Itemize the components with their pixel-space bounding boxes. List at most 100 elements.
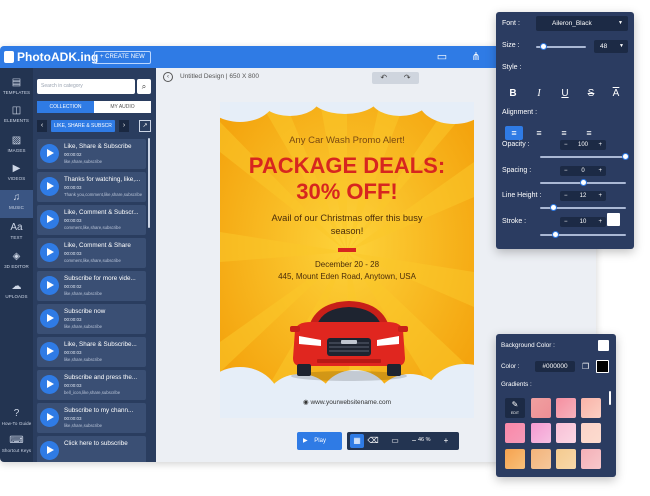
play-icon[interactable] (40, 144, 59, 163)
gradients-scrollbar[interactable] (609, 391, 611, 405)
strikethrough-icon[interactable]: S (584, 87, 598, 101)
gradient-swatch[interactable] (505, 423, 525, 443)
external-link-icon[interactable]: ↗ (139, 120, 151, 132)
poster-address[interactable]: 445, Mount Eden Road, Anytown, USA (220, 272, 474, 281)
audio-item[interactable]: Subscribe for more vide... 00:00:02 like… (37, 271, 146, 301)
audio-item[interactable]: Click here to subscribe (37, 436, 146, 462)
spacing-stepper[interactable]: − 0 + (560, 166, 606, 176)
rail-shortcut-keys[interactable]: ⌨ Shortcut Keys (0, 435, 33, 453)
car-illustration[interactable] (287, 296, 411, 382)
tab-collection[interactable]: COLLECTION (37, 101, 94, 113)
italic-icon[interactable]: I (532, 87, 546, 101)
gradient-swatch[interactable] (581, 423, 601, 443)
gradient-swatch[interactable] (581, 398, 601, 418)
play-button[interactable]: ▶ Play (297, 432, 342, 450)
chevron-right-icon[interactable]: › (119, 120, 129, 132)
size-dropdown[interactable]: 48 ▼ (594, 40, 628, 53)
rail-text[interactable]: Aa TEXT (0, 222, 33, 240)
poster-headline[interactable]: Any Car Wash Promo Alert! (220, 135, 474, 146)
plus-icon[interactable]: + (598, 191, 602, 201)
underline-icon[interactable]: U (558, 87, 572, 101)
poster-website[interactable]: ◉ www.yourwebsitename.com (220, 398, 474, 406)
poster-divider[interactable] (338, 248, 356, 252)
size-slider-handle[interactable] (540, 43, 547, 50)
edit-gradient-button[interactable]: ✎ EDIT (505, 398, 525, 418)
opacity-stepper[interactable]: − 100 + (560, 140, 606, 150)
play-icon[interactable] (40, 210, 59, 229)
poster-title-line1[interactable]: PACKAGE DEALS: (220, 154, 474, 178)
align-justify-icon[interactable]: ≡ (580, 126, 598, 140)
color-hex-input[interactable]: #000000 (535, 361, 575, 372)
panel-scrollbar[interactable] (148, 138, 150, 228)
audio-item[interactable]: Like, Share & Subscribe... 00:00:03 like… (37, 337, 146, 367)
search-input[interactable]: Search in category (37, 79, 135, 94)
uppercase-icon[interactable]: A (609, 87, 623, 101)
rail-music[interactable]: ♫ MUSIC (0, 190, 33, 218)
stroke-stepper[interactable]: − 10 + (560, 217, 606, 227)
stroke-color-swatch[interactable] (607, 213, 620, 226)
rail-how-to-guide[interactable]: ? How-To Guide (0, 408, 33, 426)
poster-date[interactable]: December 20 - 28 (220, 260, 474, 269)
chevron-left-icon[interactable]: ‹ (37, 120, 47, 132)
audio-item[interactable]: Subscribe and press the... 00:00:03 bell… (37, 370, 146, 400)
align-center-icon[interactable]: ≡ (530, 126, 548, 140)
audio-item[interactable]: Subscribe now 00:00:03 like,share,subscr… (37, 304, 146, 334)
eraser-icon[interactable]: ⌫ (366, 434, 380, 448)
background-color-swatch[interactable] (598, 340, 609, 351)
opacity-slider[interactable] (540, 156, 626, 158)
rail-3d-editor[interactable]: ◈ 3D EDITOR (0, 251, 33, 269)
create-new-button[interactable]: + CREATE NEW (94, 51, 151, 64)
audio-item[interactable]: Thanks for watching, like,... 00:00:03 T… (37, 172, 146, 202)
plus-icon[interactable]: + (598, 140, 602, 150)
redo-icon[interactable]: ↷ (396, 72, 420, 84)
play-icon[interactable] (40, 375, 59, 394)
comment-icon[interactable]: ▭ (436, 51, 448, 63)
audio-item[interactable]: Like, Comment & Subscr... 00:00:03 comme… (37, 205, 146, 235)
line-height-slider-handle[interactable] (550, 204, 557, 211)
grid-icon[interactable]: ▦ (350, 434, 364, 448)
search-icon[interactable]: ⌕ (137, 79, 151, 94)
align-right-icon[interactable]: ≡ (555, 126, 573, 140)
gradient-swatch[interactable] (531, 449, 551, 469)
play-icon[interactable] (40, 276, 59, 295)
rail-images[interactable]: ▨ IMAGES (0, 135, 33, 153)
logo[interactable]: PhotoADK.ing (4, 50, 98, 64)
gradient-swatch[interactable] (505, 449, 525, 469)
bold-icon[interactable]: B (506, 87, 520, 101)
undo-icon[interactable]: ↶ (372, 72, 396, 84)
play-icon[interactable] (40, 342, 59, 361)
rail-videos[interactable]: ▶ VIDEOS (0, 163, 33, 181)
present-icon[interactable]: ▭ (388, 434, 402, 448)
play-icon[interactable] (40, 309, 59, 328)
gradient-swatch[interactable] (556, 398, 576, 418)
line-height-stepper[interactable]: − 12 + (560, 191, 606, 201)
share-icon[interactable]: ⋔ (470, 51, 482, 63)
play-icon[interactable] (40, 441, 59, 460)
gradient-swatch[interactable] (531, 423, 551, 443)
rail-templates[interactable]: ▤ TEMPLATES (0, 77, 33, 95)
zoom-in-icon[interactable]: + (439, 434, 453, 448)
opacity-slider-handle[interactable] (622, 153, 629, 160)
color-swatch[interactable] (596, 360, 609, 373)
spacing-slider-handle[interactable] (580, 179, 587, 186)
align-left-icon[interactable]: ≡ (505, 126, 523, 140)
category-pill[interactable]: LIKE, SHARE & SUBSCR (51, 120, 115, 132)
copy-icon[interactable]: ❐ (582, 361, 591, 372)
audio-item[interactable]: Like, Share & Subscribe 00:00:02 like,sh… (37, 139, 146, 169)
poster-canvas[interactable]: Any Car Wash Promo Alert! PACKAGE DEALS:… (220, 102, 474, 418)
poster-subtitle[interactable]: Avail of our Christmas offer this busy s… (260, 212, 434, 238)
gradient-swatch[interactable] (556, 423, 576, 443)
poster-title-line2[interactable]: 30% OFF! (220, 180, 474, 204)
audio-item[interactable]: Subscribe to my chann... 00:00:03 like,s… (37, 403, 146, 433)
gradient-swatch[interactable] (556, 449, 576, 469)
play-icon[interactable] (40, 408, 59, 427)
tab-my-audio[interactable]: MY AUDIO (94, 101, 151, 113)
play-icon[interactable] (40, 243, 59, 262)
font-dropdown[interactable]: Aileron_Black ▼ (536, 16, 628, 31)
rail-elements[interactable]: ◫ ELEMENTS (0, 105, 33, 123)
gradient-swatch[interactable] (581, 449, 601, 469)
gradient-swatch[interactable] (531, 398, 551, 418)
play-icon[interactable] (40, 177, 59, 196)
stroke-slider-handle[interactable] (552, 231, 559, 238)
back-arrow-icon[interactable]: ‹ (163, 72, 173, 82)
